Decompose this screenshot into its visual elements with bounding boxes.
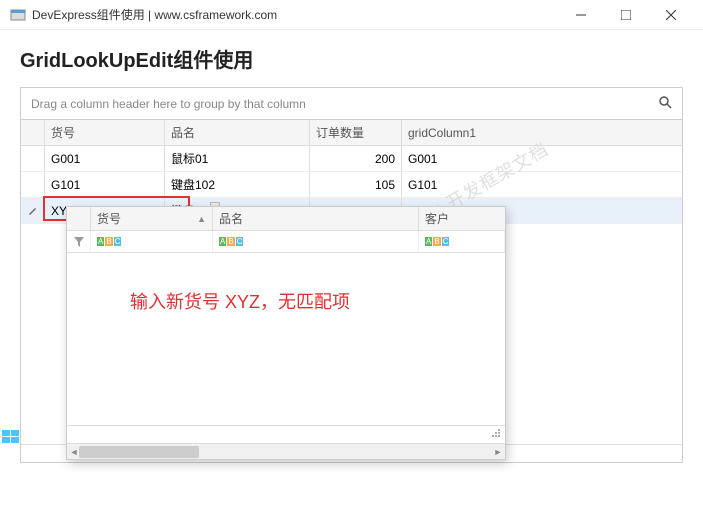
cell-grid1[interactable]: G101 [402,172,682,197]
lookup-dropdown-popup: 货号 ▲ 品名 客户 ABC ABC ABC ◄ ► [66,206,506,460]
minimize-button[interactable] [558,0,603,30]
filter-chip-icon: ABC [425,237,449,246]
row-indicator [21,146,45,171]
window-title: DevExpress组件使用 | www.csframework.com [32,6,558,23]
filter-chip-icon: ABC [219,237,243,246]
app-icon [10,7,26,23]
column-header-huohao[interactable]: 货号 [45,120,165,145]
row-indicator [21,172,45,197]
page-title: GridLookUpEdit组件使用 [20,44,683,73]
dropdown-scrollbar-horizontal[interactable]: ◄ ► [67,443,505,459]
cell-pinming[interactable]: 键盘102 [165,172,310,197]
close-button[interactable] [648,0,693,30]
table-row[interactable]: G001 鼠标01 200 G001 [21,146,682,172]
cell-huohao[interactable]: G101 [45,172,165,197]
group-panel-text: Drag a column header here to group by th… [31,97,306,111]
title-bar: DevExpress组件使用 | www.csframework.com [0,0,703,30]
sort-ascending-icon: ▲ [197,214,206,224]
scroll-thumb[interactable] [79,446,199,458]
maximize-button[interactable] [603,0,648,30]
dropdown-column-pinming[interactable]: 品名 [213,207,419,230]
column-header-pinming[interactable]: 品名 [165,120,310,145]
filter-cell-pinming[interactable]: ABC [213,231,419,252]
dropdown-column-huohao[interactable]: 货号 ▲ [91,207,213,230]
resize-grip-icon[interactable] [491,428,501,441]
cell-huohao[interactable]: G001 [45,146,165,171]
dropdown-header-row: 货号 ▲ 品名 客户 [67,207,505,231]
cell-qty[interactable]: 200 [310,146,402,171]
cell-pinming[interactable]: 鼠标01 [165,146,310,171]
grid-header-row: 货号 品名 订单数量 gridColumn1 [21,120,682,146]
dropdown-body-empty [67,253,505,443]
filter-cell-huohao[interactable]: ABC [91,231,213,252]
table-row[interactable]: G101 键盘102 105 G101 [21,172,682,198]
filter-chip-icon: ABC [97,237,121,246]
scroll-right-icon[interactable]: ► [491,444,505,460]
cell-grid1[interactable]: G001 [402,146,682,171]
filter-icon[interactable] [67,231,91,252]
windows-logo-icon [2,430,20,444]
filter-cell-kehu[interactable]: ABC [419,231,505,252]
row-indicator-edit [21,198,45,223]
column-header-dingdanshuliang[interactable]: 订单数量 [310,120,402,145]
dropdown-column-kehu[interactable]: 客户 [419,207,505,230]
cell-qty[interactable]: 105 [310,172,402,197]
group-panel[interactable]: Drag a column header here to group by th… [21,88,682,120]
dropdown-filter-row: ABC ABC ABC [67,231,505,253]
dropdown-indicator-header [67,207,91,230]
annotation-text: 输入新货号 XYZ，无匹配项 [130,288,350,314]
dropdown-footer [67,425,505,443]
column-header-gridcolumn1[interactable]: gridColumn1 [402,120,682,145]
indicator-header [21,120,45,145]
search-icon[interactable] [658,95,672,112]
